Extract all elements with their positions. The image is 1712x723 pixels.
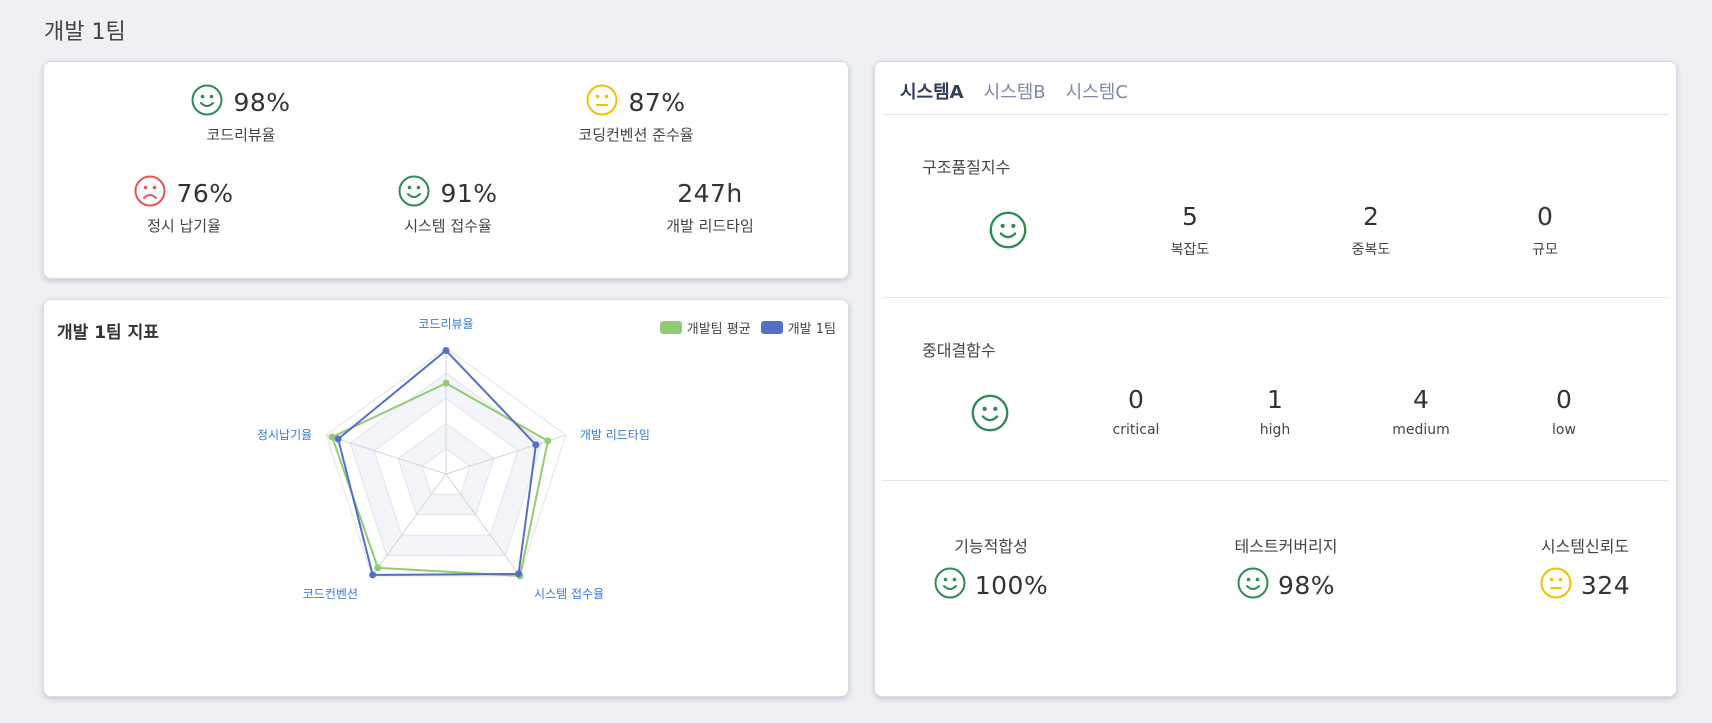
- radar-chart: 코드리뷰율개발 리드타임시스템 접수율 코드컨벤션 정시납기율: [257, 317, 650, 601]
- kpi-value: 76%: [176, 178, 234, 208]
- structural-quality-title: 구조품질지수: [922, 158, 1011, 177]
- divider: [882, 480, 1669, 481]
- radar-chart-card: 코드리뷰율개발 리드타임시스템 접수율 코드컨벤션 정시납기율 개발 1팀 지표 개…: [43, 299, 849, 697]
- critical-defects-title: 중대결함수: [922, 341, 996, 360]
- chart-legend: 개발팀 평균 개발 1팀: [650, 318, 836, 337]
- radar-data-point: [374, 564, 382, 572]
- radar-axis-label: 정시납기율: [257, 428, 312, 442]
- kpi-label: 시스템 접수율: [404, 217, 492, 235]
- kpi-lead-time: 247h 개발 리드타임: [580, 175, 840, 236]
- neutral-face-icon: [1540, 567, 1572, 603]
- metric-medium: 4 medium: [1351, 385, 1491, 438]
- kpi-on-time-delivery: 76% 정시 납기율: [54, 175, 314, 236]
- smile-face-icon: [989, 211, 1027, 253]
- tab-system-a[interactable]: 시스템A: [900, 78, 964, 104]
- metric-value: 0: [1537, 202, 1553, 231]
- tab-system-b[interactable]: 시스템B: [984, 78, 1046, 104]
- radar-data-point: [532, 441, 540, 449]
- metric-label: critical: [1112, 422, 1160, 438]
- radar-axis-label: 코드컨벤션: [303, 587, 358, 601]
- kpi-card: 98% 코드리뷰율 87% 코딩컨벤션 준수율 76% 정시 납기율 91% 시…: [43, 61, 849, 279]
- radar-axis-label: 코드리뷰율: [418, 317, 473, 331]
- radar-data-point: [369, 571, 377, 579]
- metric-value: 100%: [974, 570, 1049, 600]
- radar-data-point: [442, 379, 450, 387]
- legend-label: 개발팀 평균: [686, 322, 751, 337]
- metric-label: 기능적합성: [954, 537, 1028, 556]
- kpi-label: 정시 납기율: [147, 217, 221, 235]
- tab-system-c[interactable]: 시스템C: [1066, 78, 1128, 104]
- radar-axis-label: 시스템 접수율: [534, 587, 604, 601]
- system-tabs: 시스템A 시스템B 시스템C: [900, 78, 1128, 104]
- metric-value: 98%: [1277, 570, 1336, 600]
- metric-value: 4: [1413, 385, 1429, 414]
- kpi-label: 코딩컨벤션 준수율: [578, 126, 694, 144]
- metric-size: 0 규모: [1475, 202, 1615, 259]
- metric-label: medium: [1392, 422, 1450, 438]
- smile-face-icon: [934, 567, 966, 603]
- kpi-coding-convention: 87% 코딩컨벤션 준수율: [506, 84, 766, 145]
- kpi-value: 247h: [677, 178, 743, 208]
- divider: [882, 114, 1669, 115]
- legend-label: 개발 1팀: [787, 322, 836, 337]
- kpi-code-review: 98% 코드리뷰율: [111, 84, 371, 145]
- kpi-label: 개발 리드타임: [666, 217, 754, 235]
- metric-value: 0: [1128, 385, 1144, 414]
- metric-label: 중복도: [1351, 242, 1391, 258]
- metric-label: 테스트커버리지: [1234, 537, 1338, 556]
- smile-face-icon: [398, 175, 430, 211]
- metric-functional-suitability: 기능적합성 100%: [891, 533, 1091, 603]
- radar-data-point: [544, 437, 552, 445]
- legend-swatch: [760, 321, 783, 334]
- kpi-value: 87%: [628, 87, 686, 117]
- metric-critical: 0 critical: [1066, 385, 1206, 438]
- metric-value: 324: [1580, 570, 1631, 600]
- radar-data-point: [442, 347, 450, 355]
- metric-low: 0 low: [1494, 385, 1634, 438]
- page-title: 개발 1팀: [44, 20, 126, 45]
- divider: [882, 297, 1669, 298]
- metric-label: high: [1259, 422, 1291, 438]
- metric-test-coverage: 테스트커버리지 98%: [1186, 533, 1386, 603]
- kpi-value: 98%: [233, 87, 291, 117]
- frown-face-icon: [134, 175, 166, 211]
- neutral-face-icon: [586, 84, 618, 120]
- radar-data-point: [328, 433, 336, 441]
- radar-data-point: [515, 570, 523, 578]
- smile-face-icon: [191, 84, 223, 120]
- metric-complexity: 5 복잡도: [1120, 202, 1260, 259]
- smile-face-icon: [971, 394, 1009, 436]
- kpi-system-intake: 91% 시스템 접수율: [318, 175, 578, 236]
- radar-axis-label: 개발 리드타임: [580, 428, 650, 442]
- metric-label: 복잡도: [1170, 242, 1210, 258]
- metric-high: 1 high: [1205, 385, 1345, 438]
- system-quality-card: 시스템A 시스템B 시스템C 구조품질지수 5 복잡도 2 중복도 0 규모 중…: [874, 61, 1677, 697]
- kpi-label: 코드리뷰율: [206, 126, 276, 144]
- legend-swatch: [659, 321, 682, 334]
- metric-label: 시스템신뢰도: [1540, 537, 1630, 556]
- radar-data-point: [334, 435, 342, 443]
- legend-item-team-average[interactable]: 개발팀 평균: [659, 318, 751, 337]
- legend-item-team-1[interactable]: 개발 1팀: [760, 318, 836, 337]
- kpi-value: 91%: [440, 178, 498, 208]
- metric-value: 0: [1556, 385, 1572, 414]
- metric-duplication: 2 중복도: [1301, 202, 1441, 259]
- metric-value: 5: [1182, 202, 1198, 231]
- metric-system-reliability: 시스템신뢰도 324: [1485, 533, 1685, 603]
- metric-value: 1: [1267, 385, 1283, 414]
- metric-label: 규모: [1532, 242, 1558, 258]
- smile-face-icon: [1237, 567, 1269, 603]
- metric-label: low: [1552, 422, 1576, 438]
- chart-title: 개발 1팀 지표: [57, 323, 159, 343]
- metric-value: 2: [1363, 202, 1379, 231]
